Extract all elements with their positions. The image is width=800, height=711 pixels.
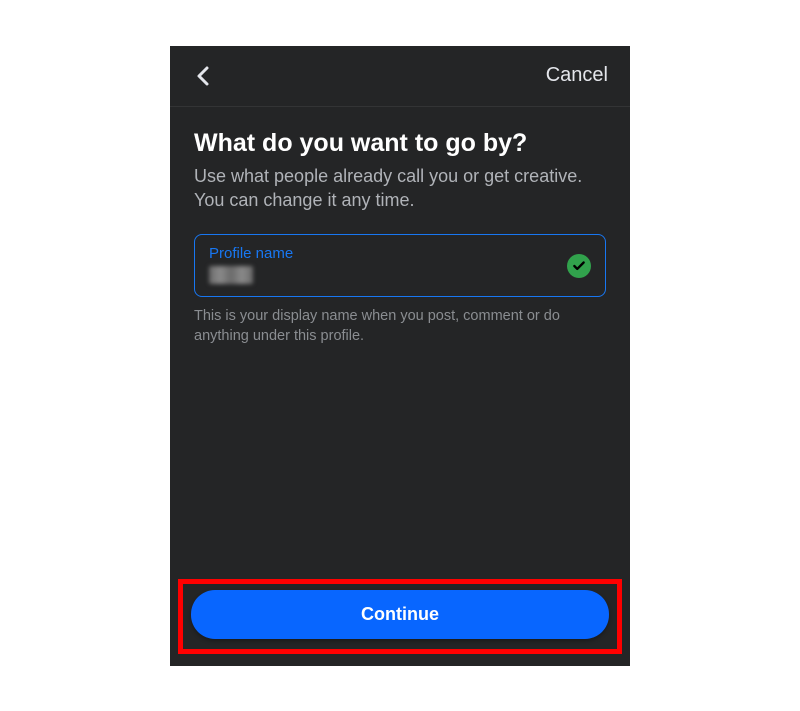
helper-text: This is your display name when you post,… [194,307,606,346]
cancel-button[interactable]: Cancel [546,64,608,87]
continue-button[interactable]: Continue [191,590,609,639]
profile-name-value [209,266,253,284]
header: Cancel [170,46,630,107]
back-icon[interactable] [192,64,216,88]
page-subtitle: Use what people already call you or get … [194,164,606,213]
profile-name-setup-screen: Cancel What do you want to go by? Use wh… [170,46,630,666]
input-label: Profile name [209,245,591,262]
page-title: What do you want to go by? [194,129,606,158]
checkmark-icon [567,254,591,278]
annotation-highlight: Continue [178,579,622,654]
profile-name-field[interactable]: Profile name [194,234,606,297]
content: What do you want to go by? Use what peop… [170,107,630,579]
footer: Continue [170,579,630,666]
